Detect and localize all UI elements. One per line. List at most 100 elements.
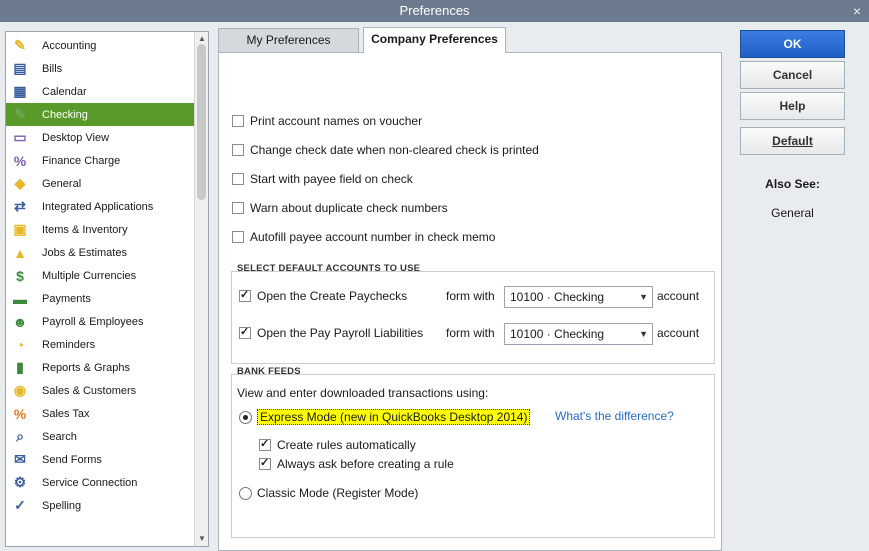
sidebar-item-calendar[interactable]: ▦ Calendar: [6, 80, 194, 103]
option-label: Autofill payee account number in check m…: [250, 230, 496, 244]
chevron-down-icon: ▼: [639, 329, 648, 339]
sidebar-item-label: Bills: [42, 62, 63, 75]
checkbox[interactable]: [232, 115, 244, 127]
sidebar-item-label: Checking: [42, 108, 88, 121]
category-list: ✎ Accounting ▤ Bills ▦ Calendar ✎ Checking ▭ Desk…: [5, 31, 209, 547]
category-items: ✎ Accounting ▤ Bills ▦ Calendar ✎ Checking ▭ Desk…: [6, 34, 194, 517]
also-see-general-link[interactable]: General: [740, 206, 845, 220]
sidebar-item-label: Accounting: [42, 39, 97, 52]
sidebar-item-label: Sales Tax: [42, 407, 90, 420]
preferences-window: ✎ Accounting ▤ Bills ▦ Calendar ✎ Checking ▭ Desk…: [0, 22, 869, 551]
checkbox[interactable]: [239, 288, 251, 302]
option-autofill-payee[interactable]: Autofill payee account number in check m…: [232, 230, 495, 244]
option-label: Start with payee field on check: [250, 172, 413, 186]
option-change-check-date[interactable]: Change check date when non-cleared check…: [232, 143, 539, 157]
scroll-thumb[interactable]: [197, 44, 206, 200]
sidebar-item-sales-customers[interactable]: ◉ Sales & Customers: [6, 379, 194, 402]
radio-button[interactable]: [239, 486, 252, 500]
option-label: Print account names on voucher: [250, 114, 423, 128]
checkbox[interactable]: [232, 202, 244, 214]
reports-graphs-icon: ▮: [16, 359, 24, 375]
sidebar-item-accounting[interactable]: ✎ Accounting: [6, 34, 194, 57]
checkbox[interactable]: [259, 437, 271, 451]
classic-mode-option[interactable]: Classic Mode (Register Mode): [239, 486, 418, 500]
sidebar-item-label: Reminders: [42, 338, 96, 351]
checkbox[interactable]: [232, 231, 244, 243]
option-start-with-payee[interactable]: Start with payee field on check: [232, 172, 413, 186]
option-create-paychecks[interactable]: Open the Create Paychecks: [239, 288, 408, 303]
checking-icon: ✎: [14, 106, 26, 122]
tab-my-preferences[interactable]: My Preferences: [218, 28, 359, 52]
sidebar-item-send-forms[interactable]: ✉ Send Forms: [6, 448, 194, 471]
desktop-view-icon: ▭: [13, 129, 27, 145]
sidebar-item-bills[interactable]: ▤ Bills: [6, 57, 194, 80]
bills-icon: ▤: [13, 60, 27, 76]
sidebar-item-payroll-employees[interactable]: ☻ Payroll & Employees: [6, 310, 194, 333]
sidebar-item-items-inventory[interactable]: ▣ Items & Inventory: [6, 218, 194, 241]
sidebar-item-label: Sales & Customers: [42, 384, 137, 397]
cancel-button[interactable]: Cancel: [740, 61, 845, 89]
radio-button[interactable]: [239, 410, 252, 424]
classic-mode-label: Classic Mode (Register Mode): [257, 486, 419, 500]
sidebar-item-multiple-currencies[interactable]: $ Multiple Currencies: [6, 264, 194, 287]
sidebar-item-service-connection[interactable]: ⚙ Service Connection: [6, 471, 194, 494]
form-with-label: form with: [446, 326, 495, 340]
payroll-liabilities-account-select[interactable]: 10100 · Checking ▼: [504, 323, 653, 345]
express-mode-option[interactable]: Express Mode (new in QuickBooks Desktop …: [239, 409, 531, 425]
scroll-down-icon[interactable]: ▼: [195, 532, 208, 546]
account-suffix-label: account: [657, 326, 700, 340]
integrated-applications-icon: ⇄: [14, 198, 26, 214]
category-scrollbar[interactable]: ▲ ▼: [194, 32, 208, 546]
option-label: Open the Pay Payroll Liabilities: [257, 326, 424, 340]
sidebar-item-sales-tax[interactable]: % Sales Tax: [6, 402, 194, 425]
option-label: Create rules automatically: [277, 438, 416, 452]
window-titlebar: Preferences ×: [0, 0, 869, 22]
close-icon[interactable]: ×: [853, 0, 861, 22]
option-label: Always ask before creating a rule: [277, 457, 454, 471]
sidebar-item-general[interactable]: ◆ General: [6, 172, 194, 195]
finance-charge-icon: %: [13, 152, 27, 169]
option-create-rules[interactable]: Create rules automatically: [259, 437, 416, 452]
checkbox[interactable]: [239, 325, 251, 339]
sidebar-item-label: Multiple Currencies: [42, 269, 137, 282]
sidebar-item-reports-graphs[interactable]: ▮ Reports & Graphs: [6, 356, 194, 379]
checkbox[interactable]: [232, 173, 244, 185]
default-button[interactable]: Default: [740, 127, 845, 155]
paychecks-account-select[interactable]: 10100 · Checking ▼: [504, 286, 653, 308]
sidebar-item-search[interactable]: ⌕ Search: [6, 425, 194, 448]
option-warn-duplicate[interactable]: Warn about duplicate check numbers: [232, 201, 448, 215]
sidebar-item-jobs-estimates[interactable]: ▲ Jobs & Estimates: [6, 241, 194, 264]
reminders-icon: ◔: [15, 336, 25, 353]
ok-button[interactable]: OK: [740, 30, 845, 58]
sidebar-item-desktop-view[interactable]: ▭ Desktop View: [6, 126, 194, 149]
sidebar-item-reminders[interactable]: ◔ Reminders: [6, 333, 194, 356]
option-always-ask[interactable]: Always ask before creating a rule: [259, 456, 454, 471]
service-connection-icon: ⚙: [13, 474, 27, 490]
select-value: 10100 · Checking: [510, 290, 605, 304]
option-print-account-names[interactable]: Print account names on voucher: [232, 114, 422, 128]
sidebar-item-finance-charge[interactable]: % Finance Charge: [6, 149, 194, 172]
sidebar-item-label: Payments: [42, 292, 91, 305]
option-label: Open the Create Paychecks: [257, 289, 408, 303]
select-value: 10100 · Checking: [510, 327, 605, 341]
chevron-down-icon: ▼: [639, 292, 648, 302]
search-icon: ⌕: [16, 428, 24, 444]
option-pay-payroll-liabilities[interactable]: Open the Pay Payroll Liabilities: [239, 325, 424, 340]
sidebar-item-payments[interactable]: ▬ Payments: [6, 287, 194, 310]
checkbox[interactable]: [259, 456, 271, 470]
sidebar-item-checking[interactable]: ✎ Checking: [6, 103, 194, 126]
window-title: Preferences: [399, 3, 470, 18]
calendar-icon: ▦: [13, 83, 27, 99]
sidebar-item-label: Payroll & Employees: [42, 315, 144, 328]
whats-the-difference-link[interactable]: What's the difference?: [555, 409, 674, 423]
help-button[interactable]: Help: [740, 92, 845, 120]
items-inventory-icon: ▣: [13, 221, 27, 237]
send-forms-icon: ✉: [14, 451, 26, 467]
also-see-heading: Also See:: [765, 177, 820, 191]
sidebar-item-integrated-applications[interactable]: ⇄ Integrated Applications: [6, 195, 194, 218]
sidebar-item-label: Finance Charge: [42, 154, 121, 167]
sidebar-item-spelling[interactable]: ✓ Spelling: [6, 494, 194, 517]
checkbox[interactable]: [232, 144, 244, 156]
tab-company-preferences[interactable]: Company Preferences: [363, 27, 506, 53]
form-with-label: form with: [446, 289, 495, 303]
